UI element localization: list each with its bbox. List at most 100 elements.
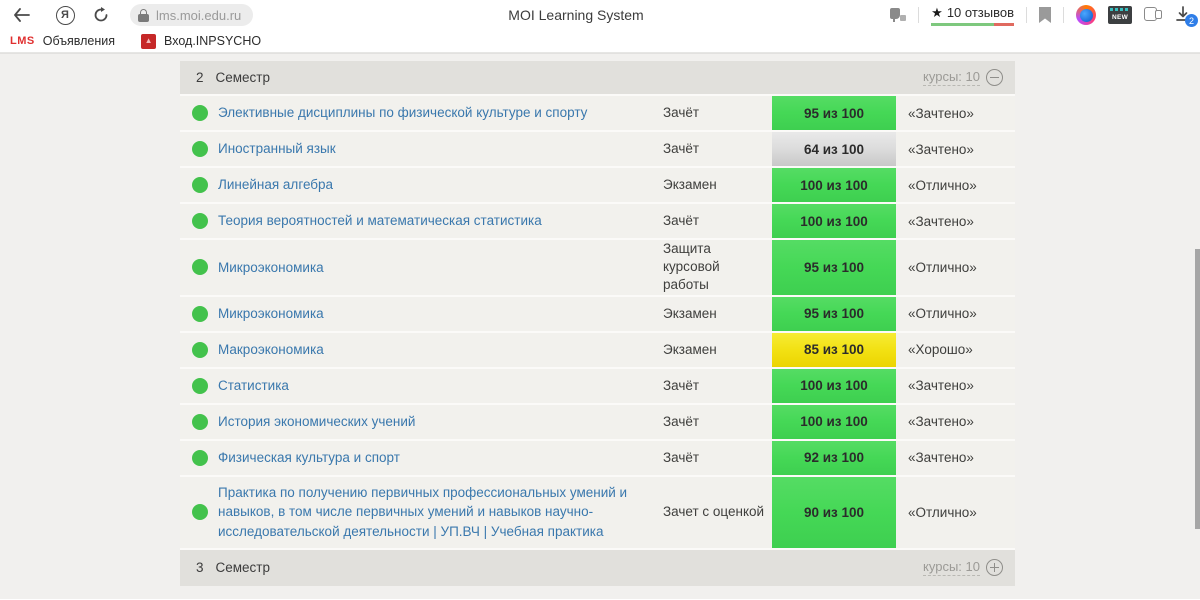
expand-icon[interactable] [986,559,1003,577]
grade-text: «Зачтено» [908,105,974,121]
grade-text: «Отлично» [908,306,977,322]
lms-page: 2 Семестр курсы: 10 Элективные дисциплин… [0,53,1200,599]
address-bar[interactable]: lms.moi.edu.ru [130,4,254,26]
collections-icon[interactable] [1144,7,1162,23]
status-dot-icon [192,413,208,430]
assessment-type: Защита курсовой работы [663,241,720,293]
yandex-icon: Я [55,5,75,25]
status-dot-icon [192,259,208,276]
table-row: Микроэкономика Защита курсовой работы 95… [180,240,1015,297]
course-link[interactable]: Практика по получению первичных професси… [218,483,645,542]
bookmark-flag-icon[interactable] [1039,7,1051,23]
bookmark-announcements[interactable]: LMS Объявления [10,34,115,48]
inpsycho-logo-icon [141,33,157,49]
star-icon: ★ [931,4,943,20]
assessment-type: Зачёт [663,104,700,120]
score-badge: 95 из 100 [772,240,896,295]
assessment-type: Экзамен [663,305,717,321]
status-dot-icon [192,449,208,466]
course-rows: Элективные дисциплины по физической куль… [180,96,1015,550]
course-link[interactable]: Теория вероятностей и математическая ста… [218,211,542,231]
yandex-button[interactable]: Я [52,2,78,28]
course-link[interactable]: Линейная алгебра [218,175,333,195]
semester-title: Семестр [215,560,271,576]
grade-text: «Зачтено» [908,141,974,157]
semester-3-header: 3 Семестр курсы: 10 [180,549,1015,586]
grade-text: «Зачтено» [908,213,974,229]
back-button[interactable] [8,2,34,28]
score-badge: 64 из 100 [772,132,896,166]
extension-icon[interactable] [1076,5,1096,25]
course-link[interactable]: Микроэкономика [218,304,324,324]
score-badge: 100 из 100 [772,204,896,238]
score-badge: 95 из 100 [772,296,896,331]
status-dot-icon [192,105,208,121]
score-badge: 90 из 100 [772,476,896,548]
refresh-button[interactable] [88,2,114,28]
collapse-icon[interactable] [986,69,1003,86]
assessment-type: Зачёт [663,212,700,228]
downloads-button[interactable]: 2 [1174,5,1198,27]
courses-count-label: курсы: 10 [923,559,980,577]
grade-text: «Отлично» [908,504,977,520]
site-reviews-widget[interactable]: ★ 10 отзывов [931,5,1014,26]
assessment-type: Зачёт [663,413,700,429]
table-row: История экономических учений Зачёт 100 и… [180,404,1015,441]
new-feature-icon[interactable]: NEW [1108,6,1132,24]
course-link[interactable]: История экономических учений [218,412,415,432]
semester-2-courses-toggle[interactable]: курсы: 10 [923,69,1003,86]
score-badge: 100 из 100 [772,168,896,202]
protect-icon[interactable] [890,7,907,23]
semester-number: 2 [196,70,204,85]
grade-text: «Зачтено» [908,378,974,394]
status-dot-icon [192,377,208,394]
bookmark-label: Объявления [42,34,116,48]
score-badge: 92 из 100 [772,440,896,475]
course-link[interactable]: Физическая культура и спорт [218,448,400,468]
grade-text: «Отлично» [908,177,977,193]
reviews-label: 10 отзывов [946,5,1014,20]
assessment-type: Экзамен [663,341,717,357]
table-row: Элективные дисциплины по физической куль… [180,96,1015,132]
status-dot-icon [192,341,208,358]
score-badge: 85 из 100 [772,332,896,367]
page-title: MOI Learning System [508,7,644,23]
bookmark-inpsycho[interactable]: Вход.INPSYCHO [141,33,262,49]
toolbar-separator [918,7,920,23]
scrollbar-thumb[interactable] [1195,249,1200,529]
course-link[interactable]: Микроэкономика [218,258,324,278]
score-badge: 100 из 100 [772,368,896,403]
semester-gradebook: 2 Семестр курсы: 10 Элективные дисциплин… [180,61,1015,586]
grade-text: «Зачтено» [908,450,974,466]
grade-text: «Отлично» [908,259,977,275]
status-dot-icon [192,177,208,193]
toolbar-separator [1063,7,1064,23]
table-row: Линейная алгебра Экзамен 100 из 100 «Отл… [180,168,1015,204]
table-row: Макроэкономика Экзамен 85 из 100 «Хорошо… [180,332,1015,369]
table-row: Иностранный язык Зачёт 64 из 100 «Зачтен… [180,132,1015,168]
status-dot-icon [192,213,208,229]
bookmark-label: Вход.INPSYCHO [164,34,262,48]
lock-icon [138,8,149,22]
course-link[interactable]: Иностранный язык [218,139,336,159]
table-row: Практика по получению первичных професси… [180,476,1015,550]
semester-2-header: 2 Семестр курсы: 10 [180,61,1015,96]
course-link[interactable]: Элективные дисциплины по физической куль… [218,103,587,123]
semester-number: 3 [196,560,204,576]
toolbar-separator [1026,7,1027,23]
rating-bar [931,22,1014,26]
course-link[interactable]: Статистика [218,376,289,396]
course-link[interactable]: Макроэкономика [218,340,324,360]
table-row: Микроэкономика Экзамен 95 из 100 «Отличн… [180,296,1015,333]
semester-3-courses-toggle[interactable]: курсы: 10 [923,559,1003,577]
browser-toolbar: Я lms.moi.edu.ru MOI Learning System ★ 1… [0,0,1200,30]
status-dot-icon [192,504,208,521]
assessment-type: Зачёт [663,377,700,393]
assessment-type: Зачёт [663,140,700,156]
status-dot-icon [192,305,208,322]
table-row: Физическая культура и спорт Зачёт 92 из … [180,440,1015,477]
semester-title: Семестр [215,70,271,85]
download-count-badge: 2 [1185,14,1198,27]
score-badge: 95 из 100 [772,96,896,130]
bookmarks-bar: LMS Объявления Вход.INPSYCHO [0,30,1200,53]
